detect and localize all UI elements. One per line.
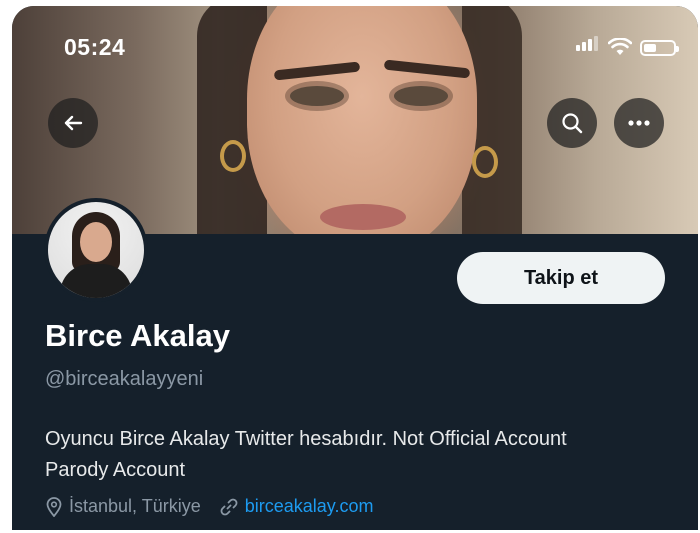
profile-meta: İstanbul, Türkiye birceakalay.com [45,496,373,517]
location-text: İstanbul, Türkiye [69,496,201,516]
website-link[interactable]: birceakalay.com [245,496,374,517]
photo-face [247,6,477,234]
profile-screen: 05:24 Takip et Birce Akalay @birceakalay… [12,6,698,530]
arrow-left-icon [64,115,83,131]
photo-lips [320,204,406,230]
header-photo[interactable]: 05:24 [12,6,698,234]
profile-bio: Oyuncu Birce Akalay Twitter hesabıdır. N… [45,424,685,486]
battery-icon [640,40,679,56]
wifi-icon [608,38,632,55]
location-pin-icon [46,496,62,517]
profile-handle: @birceakalayyeni [45,368,204,390]
status-icons [576,36,679,56]
search-icon [562,113,583,134]
photo-earring-right [472,146,498,178]
bio-line-2: Parody Account [45,459,186,481]
more-horizontal-icon [628,120,650,126]
back-button[interactable] [48,98,98,148]
more-options-button[interactable] [614,98,664,148]
search-button[interactable] [547,98,597,148]
status-time: 05:24 [64,34,126,60]
profile-avatar[interactable] [44,198,148,302]
follow-button[interactable]: Takip et [457,252,665,304]
website-item[interactable]: birceakalay.com [219,496,374,517]
profile-name: Birce Akalay [45,318,230,353]
location-item: İstanbul, Türkiye [45,496,201,517]
photo-eye-right [394,86,448,106]
photo-earring-left [220,140,246,172]
link-icon [220,498,238,515]
cellular-signal-icon [576,36,600,56]
bio-line-1: Oyuncu Birce Akalay Twitter hesabıdır. N… [45,428,567,450]
photo-eye-left [290,86,344,106]
